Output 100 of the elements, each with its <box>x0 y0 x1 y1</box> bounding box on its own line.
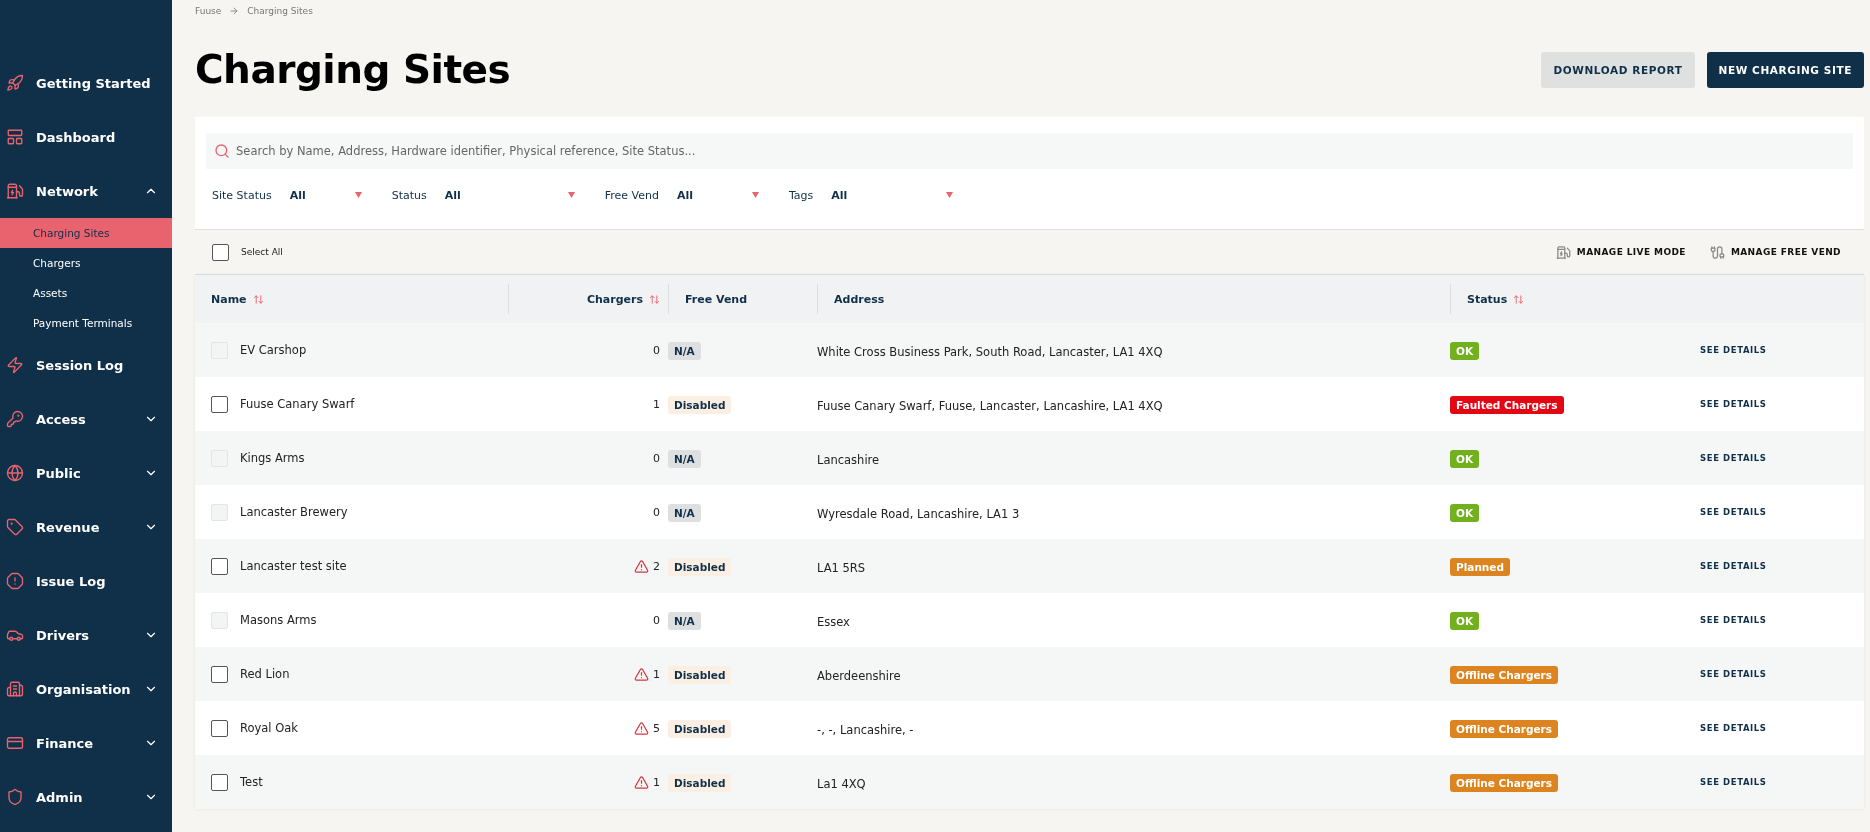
free-vend-badge: Disabled <box>668 396 732 414</box>
alert-octagon-icon <box>6 572 24 590</box>
checkbox[interactable] <box>211 773 228 791</box>
charger-icon <box>1555 244 1571 260</box>
nav-item[interactable]: Getting Started <box>0 56 172 110</box>
key-icon <box>6 410 24 428</box>
filter-dropdown[interactable]: All <box>289 188 362 202</box>
nav-item[interactable]: Revenue <box>0 500 172 554</box>
rocket-icon <box>6 74 24 92</box>
site-name: Kings Arms <box>240 451 305 465</box>
nav-item[interactable]: Admin <box>0 770 172 824</box>
nav-item[interactable]: Session Log <box>0 338 172 392</box>
lightning-icon <box>6 356 24 374</box>
select-all-label: Select All <box>241 247 284 257</box>
see-details-link[interactable]: SEE DETAILS <box>1700 777 1767 787</box>
checkbox[interactable] <box>211 665 228 683</box>
layout-icon <box>6 128 24 146</box>
address-text: Aberdeenshire <box>817 668 901 683</box>
free-vend-badge: Disabled <box>668 666 732 684</box>
nav-subitem[interactable]: Charging Sites <box>0 218 172 248</box>
sort-icon[interactable] <box>1513 293 1525 305</box>
site-name: Lancaster test site <box>240 559 347 573</box>
free-vend-badge: N/A <box>668 342 701 360</box>
page-title: Charging Sites <box>195 47 511 92</box>
address-text: Essex <box>817 614 850 629</box>
column-header: Chargers <box>586 292 643 306</box>
nav-item[interactable]: Organisation <box>0 662 172 716</box>
new-site-button[interactable]: NEW CHARGING SITE <box>1706 51 1864 88</box>
status-badge: Offline Chargers <box>1450 666 1558 684</box>
toolbar-action[interactable]: MANAGE FREE VEND <box>1703 244 1847 260</box>
caret-icon <box>567 192 575 198</box>
nav-subitem[interactable]: Assets <box>0 278 172 308</box>
status-badge: OK <box>1450 504 1480 522</box>
checkbox[interactable] <box>211 395 228 413</box>
site-name: Masons Arms <box>240 613 317 627</box>
nav-item[interactable]: Network <box>0 164 172 218</box>
charger-count: 1 <box>653 775 660 789</box>
checkbox[interactable] <box>212 243 229 261</box>
see-details-link[interactable]: SEE DETAILS <box>1700 561 1767 571</box>
nav-item[interactable]: Access <box>0 392 172 446</box>
nav-subitem[interactable]: Payment Terminals <box>0 308 172 338</box>
status-badge: Offline Chargers <box>1450 720 1558 738</box>
nav-item[interactable]: Dashboard <box>0 110 172 164</box>
nav-subitem[interactable]: Chargers <box>0 248 172 278</box>
search-field[interactable]: Search by Name, Address, Hardware identifier, Physical reference, Site Status... <box>206 133 1853 169</box>
column-header: Free Vend <box>685 292 748 306</box>
address-text: LA1 5RS <box>817 560 866 575</box>
filter-label: Status <box>391 188 427 202</box>
site-name: EV Carshop <box>240 343 307 357</box>
site-name: Fuuse Canary Swarf <box>240 397 355 411</box>
filter-dropdown[interactable]: All <box>676 188 759 202</box>
address-text: La1 4XQ <box>817 776 866 791</box>
see-details-link[interactable]: SEE DETAILS <box>1700 723 1767 733</box>
site-name: Red Lion <box>240 667 290 681</box>
breadcrumb-link[interactable]: Fuuse <box>195 6 222 16</box>
filter-dropdown[interactable]: All <box>444 188 575 202</box>
filter-label: Site Status <box>212 188 272 202</box>
column-header: Address <box>834 292 885 306</box>
caret-icon <box>751 192 759 198</box>
sort-icon[interactable] <box>649 293 660 305</box>
filter-label: Free Vend <box>604 188 659 202</box>
status-badge: OK <box>1450 342 1480 360</box>
charger-icon <box>6 182 24 200</box>
nav-item[interactable]: Issue Log <box>0 554 172 608</box>
address-text: Fuuse Canary Swarf, Fuuse, Lancaster, Lancashire, LA1 4XQ <box>817 398 1163 413</box>
nav-item[interactable]: Drivers <box>0 608 172 662</box>
filter-label: Tags <box>788 188 814 202</box>
nav-item[interactable]: Public <box>0 446 172 500</box>
status-badge: Offline Chargers <box>1450 774 1558 792</box>
free-vend-badge: Disabled <box>668 558 732 576</box>
filter-dropdown[interactable]: All <box>831 188 954 202</box>
see-details-link[interactable]: SEE DETAILS <box>1700 669 1767 679</box>
breadcrumb-link[interactable]: Charging Sites <box>247 6 313 16</box>
charger-count: 0 <box>653 613 660 627</box>
building-icon <box>6 680 24 698</box>
toolbar-action[interactable]: MANAGE LIVE MODE <box>1549 244 1692 260</box>
column-header: Name <box>211 292 247 306</box>
search-icon <box>214 143 230 159</box>
charger-count: 1 <box>653 667 660 681</box>
cable-icon <box>1709 244 1725 260</box>
see-details-link[interactable]: SEE DETAILS <box>1700 399 1767 409</box>
status-badge: Faulted Chargers <box>1450 396 1564 414</box>
free-vend-badge: N/A <box>668 450 701 468</box>
site-name: Lancaster Brewery <box>240 505 348 519</box>
address-text: White Cross Business Park, South Road, Lancaster, LA1 4XQ <box>817 344 1163 359</box>
charger-count: 0 <box>653 505 660 519</box>
charger-count: 5 <box>653 721 660 735</box>
checkbox[interactable] <box>211 719 228 737</box>
charger-count: 1 <box>653 397 660 411</box>
free-vend-badge: Disabled <box>668 774 732 792</box>
nav-item[interactable]: Finance <box>0 716 172 770</box>
status-badge: OK <box>1450 450 1480 468</box>
checkbox[interactable] <box>211 557 228 575</box>
download-button[interactable]: DOWNLOAD REPORT <box>1541 51 1695 88</box>
column-header: Status <box>1467 292 1508 306</box>
tag-icon <box>6 518 24 536</box>
address-text: Wyresdale Road, Lancashire, LA1 3 <box>817 506 1020 521</box>
charger-count: 0 <box>653 343 660 357</box>
status-badge: Planned <box>1450 558 1510 576</box>
sort-icon[interactable] <box>252 293 264 305</box>
